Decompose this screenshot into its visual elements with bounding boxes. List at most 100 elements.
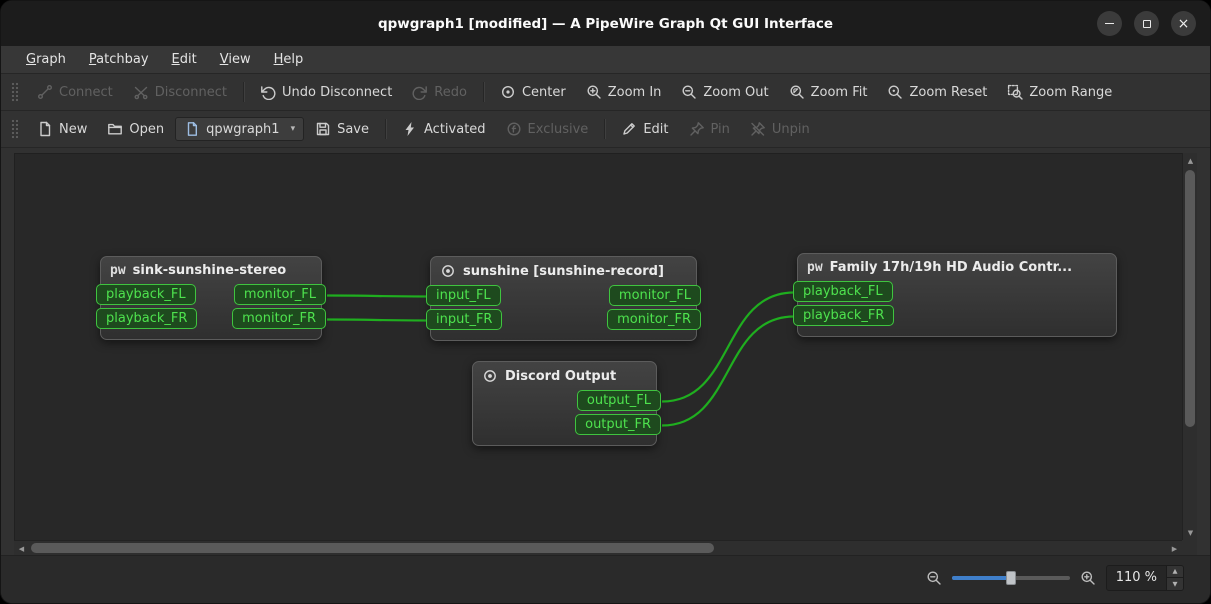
pin-icon [689,121,705,137]
button-label: Disconnect [154,84,227,100]
minimize-button[interactable] [1097,11,1122,36]
node-title-text: sink-sunshine-stereo [132,263,287,278]
new-button[interactable]: New [28,116,96,142]
zoom-in-button[interactable]: Zoom In [577,79,671,105]
pencil-icon [621,121,637,137]
exclusive-icon [506,121,522,137]
connection-wires [326,291,795,427]
statusbar: 110 % ▲ ▼ [1,555,1210,603]
scroll-left-arrow-icon[interactable]: ◀ [14,541,29,556]
button-label: Zoom In [607,84,662,100]
app-window: qpwgraph1 [modified] — A PipeWire Graph … [0,0,1211,604]
undo-disconnect-button[interactable]: Undo Disconnect [251,79,401,105]
node-title-text: sunshine [sunshine-record] [463,263,664,279]
node-discord[interactable]: Discord Output output_FL output_FR [472,361,661,446]
node-title: pw sink-sunshine-stereo [101,257,321,284]
node-icon [440,263,456,279]
scrollbar-corner [1182,540,1197,555]
edit-button[interactable]: Edit [612,116,677,142]
toolbar-handle[interactable] [11,82,18,102]
toolbar-file: New Open qpwgraph1 ▾ Save Activated Exclusive E… [1,111,1210,148]
close-button[interactable]: × [1171,11,1196,36]
connection-wire[interactable] [326,318,428,322]
zoom-reset-button[interactable]: Zoom Reset [878,79,996,105]
port-monitor_FL[interactable]: monitor_FL [608,285,701,306]
button-label: Unpin [771,121,810,137]
menu-graph[interactable]: Graph [17,49,75,70]
vertical-scrollbar[interactable]: ▲ ▼ [1182,153,1197,540]
spin-up-button[interactable]: ▲ [1167,565,1183,578]
button-label: Open [129,121,165,137]
center-icon [500,84,516,100]
button-label: Zoom Reset [909,84,988,100]
horizontal-scroll-track[interactable] [29,541,1167,555]
save-button[interactable]: Save [306,116,378,142]
patchbay-file-selector[interactable]: qpwgraph1 ▾ [175,117,305,141]
open-button[interactable]: Open [98,116,173,142]
activated-button[interactable]: Activated [393,116,495,142]
titlebar[interactable]: qpwgraph1 [modified] — A PipeWire Graph … [1,1,1210,46]
port-monitor_FR[interactable]: monitor_FR [232,308,326,329]
port-playback_FR[interactable]: playback_FR [96,308,198,329]
zoom-in-icon [586,84,602,100]
zoom-value: 110 % [1115,570,1157,585]
port-output_FR[interactable]: output_FR [575,414,661,435]
button-label: Redo [434,84,467,100]
scroll-down-arrow-icon[interactable]: ▼ [1183,525,1198,540]
disconnect-button: Disconnect [124,79,236,105]
zoom-range-icon [1007,84,1024,100]
port-row: output_FR [473,414,661,435]
node-sunshine[interactable]: sunshine [sunshine-record] input_FL monito… [426,256,701,341]
zoom-reset-icon [887,84,903,100]
maximize-button[interactable] [1134,11,1159,36]
window-controls: × [1097,1,1196,46]
graph-canvas[interactable]: pw sink-sunshine-stereo playback_FL monitor… [14,153,1182,540]
redo-button: Redo [403,79,476,105]
port-row: playback_FR [793,305,1116,326]
zoom-out-button[interactable]: Zoom Out [672,79,777,105]
port-output_FL[interactable]: output_FL [576,390,661,411]
spin-down-button[interactable]: ▼ [1167,578,1183,590]
zoom-spinbox[interactable]: 110 % ▲ ▼ [1105,564,1184,591]
menubar: Graph Patchbay Edit View Help [1,46,1210,74]
menu-help[interactable]: Help [265,49,313,70]
zoom-slider[interactable] [951,570,1070,586]
zoom-range-button[interactable]: Zoom Range [998,79,1121,105]
node-title-text: Discord Output [505,368,617,384]
menu-patchbay[interactable]: Patchbay [80,49,158,70]
zoom-out-icon [926,570,942,586]
menu-edit[interactable]: Edit [163,49,206,70]
minimize-icon [1105,22,1114,25]
center-button[interactable]: Center [491,79,575,105]
port-playback_FR[interactable]: playback_FR [793,305,895,326]
node-family[interactable]: pw Family 17h/19h HD Audio Contr... playba… [793,253,1117,337]
connection-wire[interactable] [326,294,428,298]
port-monitor_FR[interactable]: monitor_FR [607,309,701,330]
horizontal-scroll-thumb[interactable] [31,543,714,553]
port-playback_FL[interactable]: playback_FL [96,284,196,305]
toolbar-graph: Connect Disconnect Undo Disconnect Redo Cent… [1,74,1210,111]
menu-view[interactable]: View [211,49,260,70]
spin-arrows: ▲ ▼ [1166,565,1183,590]
port-input_FL[interactable]: input_FL [426,285,501,306]
horizontal-scrollbar[interactable]: ◀ ▶ [14,540,1182,555]
bolt-icon [402,121,418,137]
pipewire-icon: pw [110,263,126,278]
port-monitor_FL[interactable]: monitor_FL [233,284,326,305]
toolbar-handle[interactable] [11,119,18,139]
toolbar-separator [385,119,387,139]
vertical-scroll-track[interactable] [1183,168,1197,525]
window-title: qpwgraph1 [modified] — A PipeWire Graph … [377,15,834,32]
node-icon [482,368,498,384]
slider-handle[interactable] [1005,570,1016,585]
toolbar-separator [604,119,606,139]
node-sink[interactable]: pw sink-sunshine-stereo playback_FL monitor… [96,256,326,340]
vertical-scroll-thumb[interactable] [1185,170,1195,428]
slider-fill [951,575,1011,580]
port-input_FR[interactable]: input_FR [426,309,503,330]
close-icon: × [1177,15,1190,32]
zoom-fit-button[interactable]: Zoom Fit [780,79,877,105]
port-playback_FL[interactable]: playback_FL [793,281,893,302]
scroll-up-arrow-icon[interactable]: ▲ [1183,153,1198,168]
scroll-right-arrow-icon[interactable]: ▶ [1167,541,1182,556]
